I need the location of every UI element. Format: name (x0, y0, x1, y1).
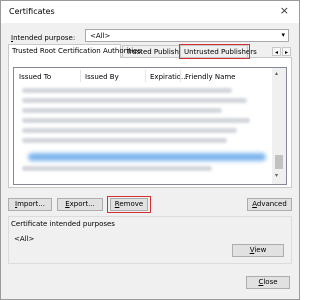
window-title: Certificates (9, 7, 55, 16)
scroll-down-icon[interactable]: ▾ (275, 172, 278, 179)
column-header-expiration[interactable]: Expiratio... (150, 73, 188, 81)
certificate-purposes-label: Certificate intended purposes (11, 220, 115, 228)
highlight-remove-button (107, 196, 151, 213)
blurred-row (22, 88, 232, 93)
column-separator (80, 70, 81, 82)
view-button[interactable]: View (232, 244, 284, 257)
intended-purpose-value: <All> (90, 32, 111, 40)
import-button[interactable]: Import... (8, 198, 52, 211)
column-header-friendly-name[interactable]: Friendly Name (185, 73, 236, 81)
tab-scroll-left-icon[interactable]: ◂ (272, 47, 281, 56)
column-separator (145, 70, 146, 82)
chevron-down-icon: ▾ (281, 31, 285, 39)
tab-scroll-right-icon[interactable]: ▸ (282, 47, 291, 56)
close-icon[interactable]: × (280, 5, 289, 17)
intended-purpose-select[interactable]: <All> ▾ (85, 29, 289, 42)
blurred-row (22, 108, 222, 113)
title-bar: Certificates × (1, 1, 299, 23)
selected-row-blurred[interactable] (28, 153, 266, 161)
certificate-purposes-value: <All> (14, 235, 35, 243)
blurred-row (22, 118, 250, 123)
column-separator (180, 70, 181, 82)
blurred-row (22, 128, 237, 133)
blurred-row (22, 98, 247, 103)
intended-purpose-label: Intended purpose: (11, 34, 76, 42)
scroll-up-icon[interactable]: ▴ (275, 70, 278, 77)
scrollbar-thumb[interactable] (275, 155, 283, 169)
export-button[interactable]: Export... (57, 198, 103, 211)
column-header-issued-to[interactable]: Issued To (19, 73, 51, 81)
blurred-row (22, 138, 227, 143)
highlight-untrusted-publishers (179, 44, 250, 59)
close-button[interactable]: Close (246, 276, 290, 289)
column-header-issued-by[interactable]: Issued By (85, 73, 119, 81)
advanced-button[interactable]: Advanced (247, 198, 292, 211)
blurred-row (22, 166, 212, 171)
tab-trusted-root-certification-authorities[interactable]: Trusted Root Certification Authorities (8, 44, 141, 58)
